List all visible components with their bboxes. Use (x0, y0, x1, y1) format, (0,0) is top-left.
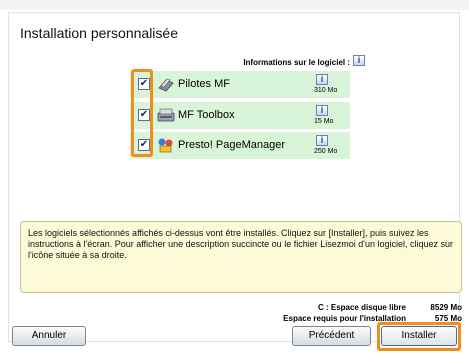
software-info-label: Informations sur le logiciel : (243, 58, 350, 67)
top-strip (0, 0, 469, 10)
list-item-presto-pagemanager: ✔ Presto! PageManager i 250 Mo (130, 132, 350, 159)
disk-free-value: 8529 Mo (430, 303, 462, 312)
software-name: Pilotes MF (178, 78, 230, 90)
software-list: ✔ Pilotes MF i 310 Mo ✔ MF Toolbox i 15 … (130, 71, 350, 160)
software-info-button[interactable]: i (316, 74, 328, 85)
software-name: Presto! PageManager (178, 139, 286, 151)
info-i-icon[interactable]: i (353, 55, 365, 66)
software-size: 250 Mo (314, 148, 338, 155)
previous-button[interactable]: Précédent (292, 326, 371, 346)
software-size: 310 Mo (314, 87, 338, 94)
software-info-button[interactable]: i (316, 135, 328, 146)
list-item-mf-toolbox: ✔ MF Toolbox i 15 Mo (130, 102, 350, 129)
install-highlight-frame (377, 322, 461, 351)
page-title: Installation personnalisée (20, 25, 178, 41)
software-name: MF Toolbox (178, 109, 235, 121)
software-info-button[interactable]: i (316, 105, 328, 116)
checkbox-highlight-frame (131, 69, 153, 157)
printer-driver-icon (158, 78, 174, 92)
page-manager-icon (158, 138, 173, 153)
list-item-pilotes-mf: ✔ Pilotes MF i 310 Mo (130, 71, 350, 98)
description-box: Les logiciels sélectionnés affichés ci-d… (20, 221, 462, 293)
scanner-toolbox-icon (157, 108, 175, 122)
software-size: 15 Mo (314, 118, 334, 125)
cancel-button[interactable]: Annuler (12, 326, 86, 346)
disk-free-label: C : Espace disque libre (317, 303, 406, 312)
